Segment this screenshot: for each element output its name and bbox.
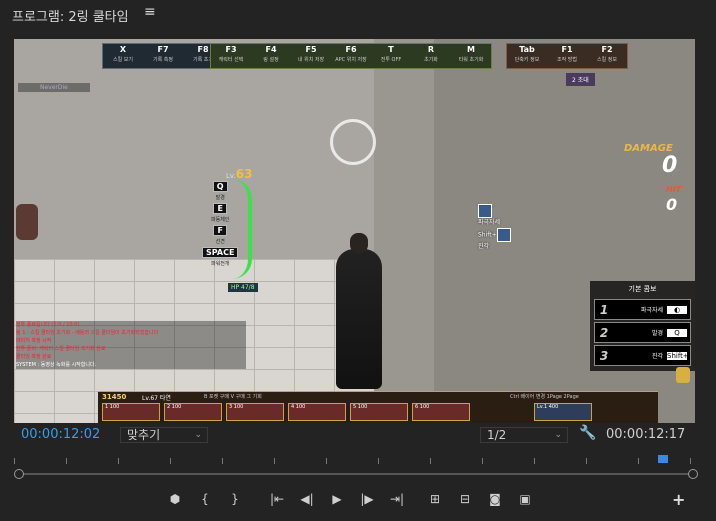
hp-text: HP 47/8 xyxy=(228,283,258,292)
hotkey: X 스킬 보기 xyxy=(113,45,133,63)
skill-key: Q xyxy=(212,181,228,192)
crosshair-icon xyxy=(330,119,376,165)
skill-hint-name: 진각 xyxy=(478,243,490,250)
combo-row: 2 발경 Q xyxy=(594,322,691,343)
gold-icon xyxy=(676,367,690,383)
combo-panel-title: 기본 콤보 xyxy=(628,285,657,293)
hotkey: R 초기화 xyxy=(424,45,438,63)
hotkey: F4 링 설정 xyxy=(263,45,279,63)
hotkey: F3 캐릭터 선택 xyxy=(218,45,244,63)
mark-out-button[interactable]: } xyxy=(220,490,250,508)
hud-tabs-right: Ctrl 배이어 변경 1Page 2Page xyxy=(510,394,579,400)
hotkey: F6 APC 위치 저장 xyxy=(335,45,367,63)
skill-hint-key: Shift+ xyxy=(478,231,497,239)
chevron-down-icon: ⌄ xyxy=(194,430,202,440)
character-level: Lv.67 타연 xyxy=(142,395,171,402)
zoom-handle-left[interactable] xyxy=(14,469,24,479)
game-bottom-hud: 31450 Lv.67 타연 B 포켓 구매 V 구매 그 기회 Ctrl 배이… xyxy=(98,391,658,423)
skill-key-column: Q 발경 E 파동체인 F 선견 SPACE 파워전개 xyxy=(202,181,239,267)
chat-line: 데미지 측정 시작 xyxy=(16,338,52,344)
duration-timecode: 00:00:12:17 xyxy=(606,427,686,442)
chevron-down-icon: ⌄ xyxy=(554,430,562,440)
level-indicator: Lv.63 xyxy=(226,167,253,181)
quickslot: 1 100 xyxy=(102,403,160,421)
hit-value: 0 xyxy=(666,195,678,214)
quickslot: 2 100 xyxy=(164,403,222,421)
playback-resolution-select[interactable]: 1/2 ⌄ xyxy=(480,427,568,443)
go-to-in-button[interactable]: |⇤ xyxy=(262,490,292,508)
hotkey: F1 조작 방법 xyxy=(557,45,577,63)
button-editor-plus-icon[interactable]: + xyxy=(672,490,685,509)
lift-button[interactable]: ⊞ xyxy=(420,490,450,508)
skill-icon xyxy=(496,228,511,242)
chat-log: 전투 종료됩니다 (1:0 / 10:0) 링 1 : 스킬 쿨타임 초기화 -… xyxy=(16,321,246,369)
skill-key: F xyxy=(213,225,227,236)
play-button[interactable]: ▶ xyxy=(322,490,352,508)
combo-row: 3 진각 Shift+ xyxy=(594,345,691,366)
transport-controls: 00:00:12:02 맞추기 ⌄ 1/2 ⌄ 🔧 00:00:12:17 ⬢ { … xyxy=(0,424,716,521)
panel-title: 프로그램: 2링 쿨타임 xyxy=(12,10,129,25)
player-character xyxy=(336,233,382,389)
step-forward-button[interactable]: |▶ xyxy=(352,490,382,508)
hotbar-right: Tab 단축키 정보 F1 조작 방법 F2 스킬 정보 xyxy=(506,43,628,69)
hotbar-left: X 스킬 보기 F7 기록 측정 F8 기록 초기 xyxy=(102,43,224,69)
program-monitor-viewer[interactable]: X 스킬 보기 F7 기록 측정 F8 기록 초기 F3 캐릭터 선택 F4 링 설정 F… xyxy=(14,39,695,423)
quickslot: Lv.1 400 xyxy=(534,403,592,421)
gold-amount: 31450 xyxy=(102,393,127,401)
panel-header: 프로그램: 2링 쿨타임 ≡ xyxy=(0,0,716,30)
comparison-view-button[interactable]: ▣ xyxy=(510,490,540,508)
zoom-scroll-track[interactable] xyxy=(18,473,692,475)
settings-wrench-icon[interactable]: 🔧 xyxy=(579,425,596,441)
hotbar-middle: F3 캐릭터 선택 F4 링 설정 F5 내 위치 저장 F6 APC 위치 저장 T전… xyxy=(210,43,492,69)
system-message: SYSTEM : 동영상 녹화를 시작합니다. xyxy=(16,362,97,368)
skill-key-label: 파동체인 xyxy=(211,217,230,223)
transport-button-row: ⬢ { } |⇤ ◀| ▶ |▶ ⇥| ⊞ ⊟ ◙ ▣ xyxy=(160,490,540,508)
hit-label: HIT xyxy=(666,185,682,194)
skill-hint-right: 파극자세 Shift+ 진각 xyxy=(478,204,511,252)
skill-icon xyxy=(478,204,492,218)
hud-tabs-left: B 포켓 구매 V 구매 그 기회 xyxy=(204,394,262,400)
playhead-marker[interactable] xyxy=(658,455,668,463)
damage-value: 0 xyxy=(662,153,678,178)
quickslot-bar: 1 100 2 100 3 100 4 100 5 100 6 100 Lv.1… xyxy=(102,403,592,421)
extract-button[interactable]: ⊟ xyxy=(450,490,480,508)
player-name-tag: NeverDie xyxy=(18,83,90,92)
quickslot: 6 100 xyxy=(412,403,470,421)
playhead-timecode[interactable]: 00:00:12:02 xyxy=(21,427,100,442)
quickslot: 4 100 xyxy=(288,403,346,421)
npc-figure xyxy=(16,204,38,240)
combo-panel: 기본 콤보 1 파극자세 ◐ 2 발경 Q 3 진각 Shift+ xyxy=(590,281,695,371)
chat-line: 전투 종료됩니다 (1:0 / 10:0) xyxy=(16,322,80,328)
hotkey: M 타워 초기화 xyxy=(458,45,484,63)
quickslot: 3 100 xyxy=(226,403,284,421)
hotkey: F5 내 위치 저장 xyxy=(297,45,325,63)
skill-key-label: 발경 xyxy=(215,195,225,201)
skill-key: E xyxy=(213,203,227,214)
panel-menu-icon[interactable]: ≡ xyxy=(144,4,156,20)
chat-line: 전투 준비: 캐릭터 스킬 쿨타임 초기화 완료 xyxy=(16,346,106,352)
go-to-out-button[interactable]: ⇥| xyxy=(382,490,412,508)
quickslot: 5 100 xyxy=(350,403,408,421)
time-ruler[interactable] xyxy=(14,454,696,464)
zoom-fit-select[interactable]: 맞추기 ⌄ xyxy=(120,427,208,443)
chat-line: 쿨타임 측정 완료 xyxy=(16,354,52,360)
hotkey: F2 스킬 정보 xyxy=(597,45,617,63)
chat-line: 링 1 : 스킬 쿨타임 초기화 - 배틀러 스킬 쿨타임이 초기화되었습니다 xyxy=(16,330,159,336)
skill-key-label: 파워전개 xyxy=(211,261,230,267)
combo-row: 1 파극자세 ◐ xyxy=(594,299,691,320)
skill-hint-name: 파극자세 xyxy=(478,219,501,226)
skill-key-label: 선견 xyxy=(215,239,225,245)
hotkey: F7 기록 측정 xyxy=(153,45,173,63)
skill-key: SPACE xyxy=(202,247,239,258)
export-frame-button[interactable]: ◙ xyxy=(480,490,510,508)
add-marker-button[interactable]: ⬢ xyxy=(160,490,190,508)
zoom-handle-right[interactable] xyxy=(688,469,698,479)
step-back-button[interactable]: ◀| xyxy=(292,490,322,508)
game-pillar xyxy=(374,39,434,423)
hotkey: Tab 단축키 정보 xyxy=(514,45,540,63)
party-badge: 2 조대 xyxy=(566,73,595,86)
mark-in-button[interactable]: { xyxy=(190,490,220,508)
hotkey: T 전투 OFF xyxy=(380,45,402,63)
